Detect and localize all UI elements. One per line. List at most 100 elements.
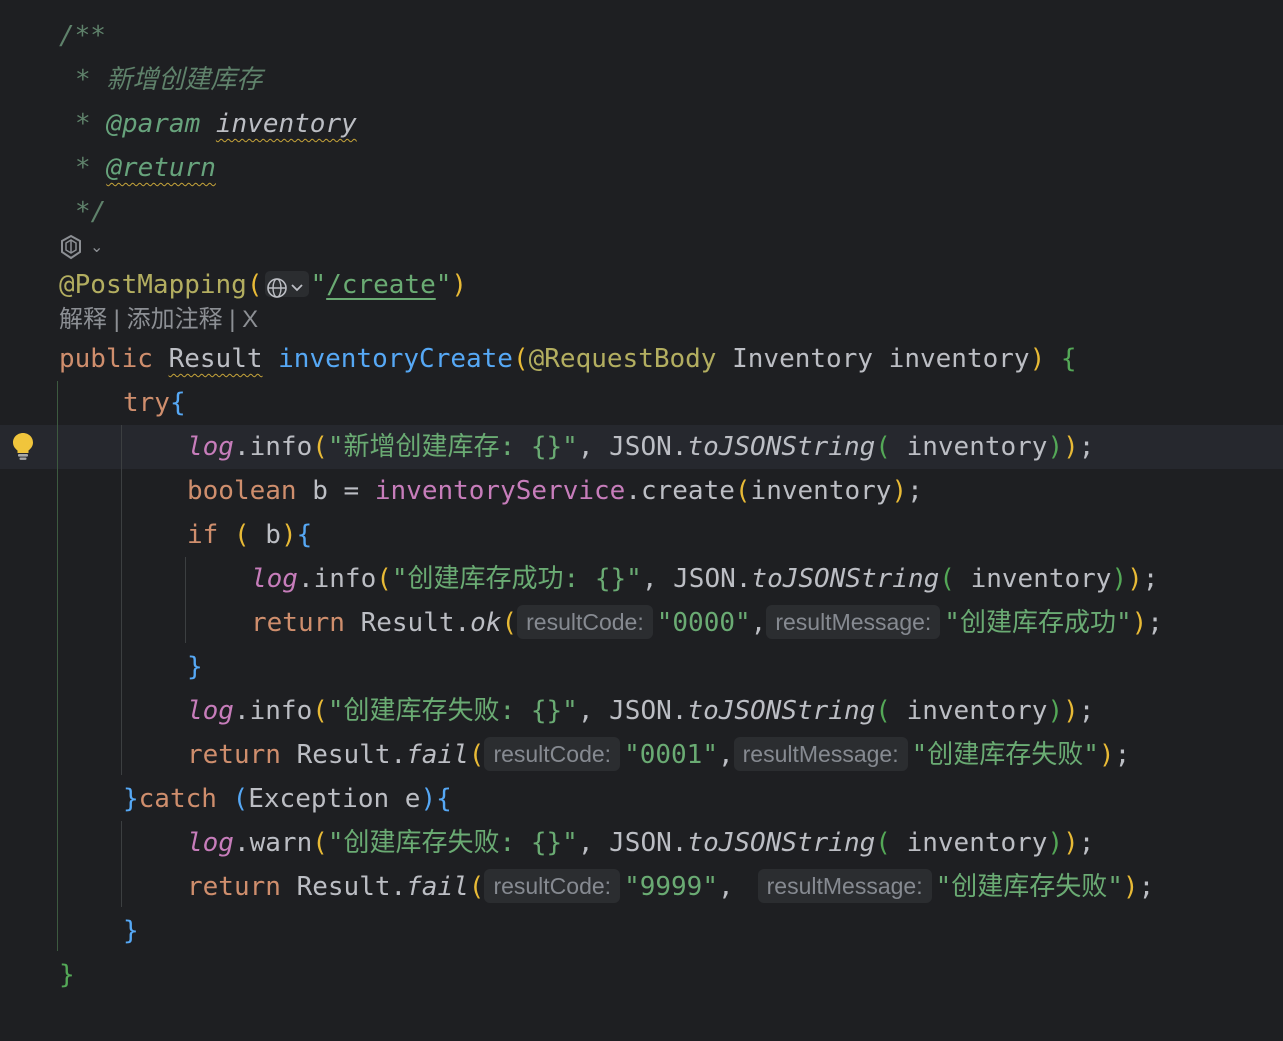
return-keyword: return: [187, 872, 281, 902]
code-lens-bar: 解释 | 添加注释 | X: [59, 302, 258, 338]
code-line-return-fail[interactable]: return Result.fail(resultCode: "0001", res…: [0, 733, 1283, 777]
log-field[interactable]: log: [251, 564, 298, 594]
ok-method[interactable]: ok: [470, 608, 501, 638]
close-codelens-button[interactable]: X: [242, 306, 258, 333]
result-class[interactable]: Result: [361, 608, 455, 638]
doc-star: *: [75, 109, 91, 139]
post-mapping-annotation[interactable]: @PostMapping: [59, 270, 247, 300]
log-success-message: "创建库存成功: {}": [391, 564, 642, 594]
fail-method[interactable]: fail: [406, 740, 469, 770]
to-json-string-method[interactable]: toJSONString: [751, 564, 939, 594]
codelens-separator: |: [229, 306, 236, 333]
param-hint-result-message: resultMessage:: [733, 736, 908, 771]
code-line-doc-open[interactable]: /**: [0, 14, 1283, 58]
code-line-log-success[interactable]: log.info("创建库存成功: {}", JSON.toJSONString…: [0, 557, 1283, 601]
json-class[interactable]: JSON: [673, 564, 736, 594]
exception-type[interactable]: Exception: [248, 784, 389, 814]
var-b[interactable]: b: [265, 520, 281, 550]
if-keyword: if: [187, 520, 219, 550]
indent-guide: [57, 381, 58, 951]
json-class[interactable]: JSON: [609, 828, 672, 858]
inventory-arg[interactable]: inventory: [907, 432, 1048, 462]
code-line-doc-close[interactable]: */: [0, 190, 1283, 234]
to-json-string-method[interactable]: toJSONString: [687, 432, 875, 462]
exception-var[interactable]: e: [405, 784, 421, 814]
doc-star: *: [75, 153, 91, 183]
doc-param-tag: @param: [106, 109, 201, 139]
code-line-return-ok[interactable]: return Result.ok(resultCode: "0000", resul…: [0, 601, 1283, 645]
code-line-if[interactable]: if ( b){: [0, 513, 1283, 557]
doc-param-name[interactable]: inventory: [216, 109, 357, 139]
json-class[interactable]: JSON: [609, 432, 672, 462]
param-hint-result-code: resultCode:: [517, 604, 653, 639]
log-info-method[interactable]: info: [314, 564, 377, 594]
code-line-log-create[interactable]: log.info("新增创建库存: {}", JSON.toJSONString…: [0, 425, 1283, 469]
log-info-method[interactable]: info: [250, 696, 313, 726]
indent-guide: [121, 821, 122, 907]
inventory-service-field[interactable]: inventoryService: [375, 476, 625, 506]
code-line-doc-param[interactable]: * @param inventory: [0, 102, 1283, 146]
explain-link[interactable]: 解释: [59, 306, 107, 333]
code-line-try[interactable]: try{: [0, 381, 1283, 425]
code-line-doc-summary[interactable]: * 新增创建库存: [0, 58, 1283, 102]
to-json-string-method[interactable]: toJSONString: [687, 828, 875, 858]
code-error-value: "9999": [624, 872, 718, 902]
indent-guide: [185, 557, 186, 643]
log-field[interactable]: log: [187, 828, 234, 858]
inventory-arg[interactable]: inventory: [907, 828, 1048, 858]
param-hint-result-code: resultCode:: [484, 868, 621, 903]
code-line-service-create[interactable]: boolean b = inventoryService.create(inve…: [0, 469, 1283, 513]
code-ok-value: "0000": [656, 608, 751, 638]
return-type[interactable]: Result: [169, 344, 263, 374]
param-type[interactable]: Inventory: [732, 344, 873, 374]
log-create-message: "新增创建库存: {}": [327, 432, 578, 462]
code-line-log-fail[interactable]: log.info("创建库存失败: {}", JSON.toJSONString…: [0, 689, 1283, 733]
param-name[interactable]: inventory: [889, 344, 1030, 374]
code-line-method-signature[interactable]: public Result inventoryCreate(@RequestBo…: [0, 337, 1283, 381]
lightbulb-icon[interactable]: [11, 431, 35, 461]
var-b[interactable]: b: [312, 476, 328, 506]
inventory-arg[interactable]: inventory: [971, 564, 1112, 594]
code-fail-value: "0001": [624, 740, 718, 770]
inventory-arg[interactable]: inventory: [907, 696, 1048, 726]
globe-icon[interactable]: [264, 270, 309, 298]
code-line-catch-close[interactable]: }: [0, 909, 1283, 953]
try-keyword: try: [123, 388, 170, 418]
json-class[interactable]: JSON: [609, 696, 672, 726]
to-json-string-method[interactable]: toJSONString: [687, 696, 875, 726]
code-line-return-error[interactable]: return Result.fail(resultCode: "9999", res…: [0, 865, 1283, 909]
doc-comment-close: */: [75, 197, 107, 227]
inventory-arg[interactable]: inventory: [751, 476, 892, 506]
request-body-annotation[interactable]: @RequestBody: [529, 344, 717, 374]
code-line-if-close[interactable]: }: [0, 645, 1283, 689]
log-field[interactable]: log: [187, 432, 234, 462]
public-keyword: public: [59, 344, 153, 374]
indent-guide: [121, 425, 122, 775]
code-line-method-close[interactable]: }: [0, 953, 1283, 997]
doc-return-tag[interactable]: @return: [106, 153, 216, 183]
doc-summary: 新增创建库存: [106, 65, 263, 95]
result-class[interactable]: Result: [297, 740, 391, 770]
doc-star: *: [75, 65, 91, 95]
return-keyword: return: [251, 608, 345, 638]
fail-method[interactable]: fail: [406, 872, 469, 902]
doc-comment-open: /**: [59, 21, 106, 51]
result-class[interactable]: Result: [297, 872, 391, 902]
code-line-doc-return[interactable]: * @return: [0, 146, 1283, 190]
catch-keyword: catch: [138, 784, 217, 814]
message-ok-value: "创建库存成功": [944, 608, 1132, 638]
log-field[interactable]: log: [187, 696, 234, 726]
log-fail-message: "创建库存失败: {}": [327, 696, 578, 726]
message-fail-value: "创建库存失败": [935, 872, 1123, 902]
code-line-log-warn[interactable]: log.warn("创建库存失败: {}", JSON.toJSONString…: [0, 821, 1283, 865]
add-comment-link[interactable]: 添加注释: [127, 306, 223, 333]
create-method[interactable]: create: [641, 476, 735, 506]
code-line-annotation[interactable]: @PostMapping("/create"): [0, 263, 1283, 307]
mapping-path-link[interactable]: /create: [326, 270, 436, 300]
code-line-catch[interactable]: }catch (Exception e){: [0, 777, 1283, 821]
param-hint-result-code: resultCode:: [484, 736, 621, 771]
log-info-method[interactable]: info: [250, 432, 313, 462]
method-name[interactable]: inventoryCreate: [278, 344, 513, 374]
chevron-down-icon[interactable]: ⌄: [90, 239, 103, 255]
log-warn-method[interactable]: warn: [250, 828, 313, 858]
